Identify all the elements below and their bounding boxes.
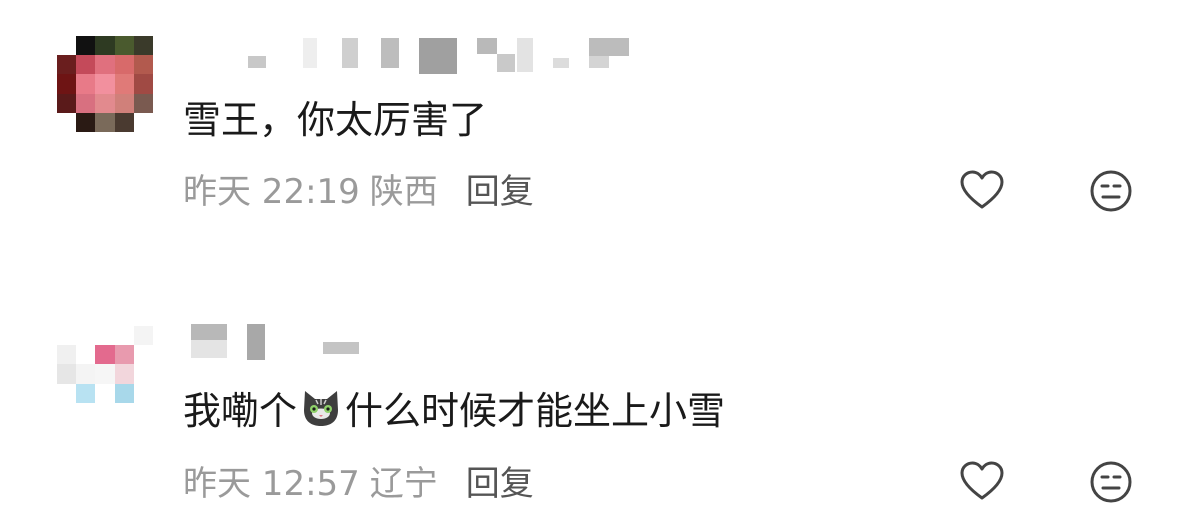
username-blurred[interactable] bbox=[185, 36, 635, 76]
heart-outline-icon[interactable] bbox=[958, 458, 1006, 506]
comment-time: 昨天 12:57 bbox=[183, 464, 360, 504]
comment-meta: 昨天 22:19 陕西 回复 bbox=[183, 172, 534, 212]
neutral-face-icon[interactable] bbox=[1087, 458, 1135, 506]
comment-item: 雪王，你太厉害了 昨天 22:19 陕西 回复 bbox=[0, 0, 1200, 240]
comment-text-part: 我嘞个 bbox=[183, 389, 298, 433]
avatar[interactable] bbox=[57, 326, 153, 422]
reply-button[interactable]: 回复 bbox=[466, 464, 534, 504]
comment-meta: 昨天 12:57 辽宁 回复 bbox=[183, 464, 534, 504]
comment-text: 雪王，你太厉害了 bbox=[183, 98, 488, 142]
neutral-face-icon[interactable] bbox=[1087, 167, 1135, 215]
comment-text: 我嘞个 什么时候才能坐上小雪 bbox=[183, 386, 725, 433]
comment-location: 辽宁 bbox=[369, 464, 438, 504]
comment-location: 陕西 bbox=[369, 172, 438, 212]
username-blurred[interactable] bbox=[185, 322, 375, 362]
heart-outline-icon[interactable] bbox=[958, 167, 1006, 215]
avatar[interactable] bbox=[57, 36, 153, 132]
comment-time: 昨天 22:19 bbox=[183, 172, 360, 212]
comment-item: 我嘞个 什么时候才能坐上小雪 昨天 12:57 辽宁 回复 bbox=[0, 290, 1200, 530]
cat-emoji-icon bbox=[299, 386, 343, 430]
comment-text-part: 什么时候才能坐上小雪 bbox=[345, 389, 726, 433]
reply-button[interactable]: 回复 bbox=[466, 172, 534, 212]
